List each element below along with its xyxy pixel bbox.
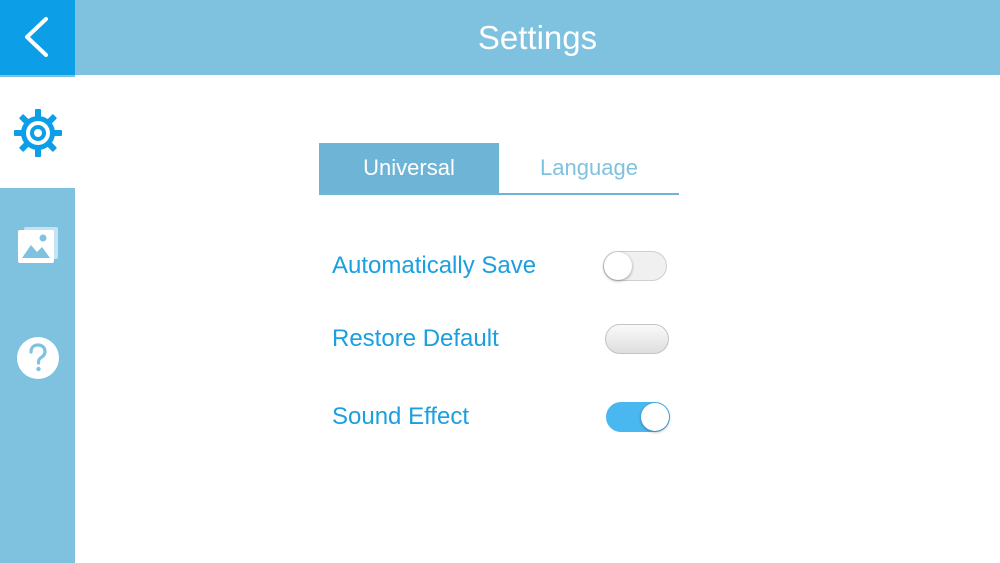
sidebar-item-help[interactable] (0, 301, 75, 414)
automatically-save-label: Automatically Save (332, 252, 537, 279)
settings-tabs: Universal Language (319, 143, 679, 195)
sound-effect-toggle[interactable] (606, 402, 670, 432)
toggle-knob (604, 252, 632, 280)
automatically-save-toggle[interactable] (603, 251, 667, 281)
gallery-icon (17, 226, 58, 263)
sound-effect-label: Sound Effect (332, 403, 469, 430)
gear-icon (13, 108, 62, 157)
restore-default-button[interactable] (605, 324, 669, 354)
chevron-left-icon (25, 17, 48, 57)
page-title: Settings (477, 19, 598, 56)
help-icon (16, 336, 59, 379)
back-button[interactable] (0, 0, 75, 75)
tab-universal[interactable]: Universal (319, 143, 499, 193)
top-bar: Settings (0, 0, 1000, 75)
toggle-knob (641, 403, 669, 431)
restore-default-label: Restore Default (332, 325, 499, 352)
sidebar-item-settings[interactable] (0, 77, 75, 188)
tab-language[interactable]: Language (499, 143, 679, 193)
sidebar (0, 75, 75, 563)
sidebar-item-gallery[interactable] (0, 188, 75, 301)
